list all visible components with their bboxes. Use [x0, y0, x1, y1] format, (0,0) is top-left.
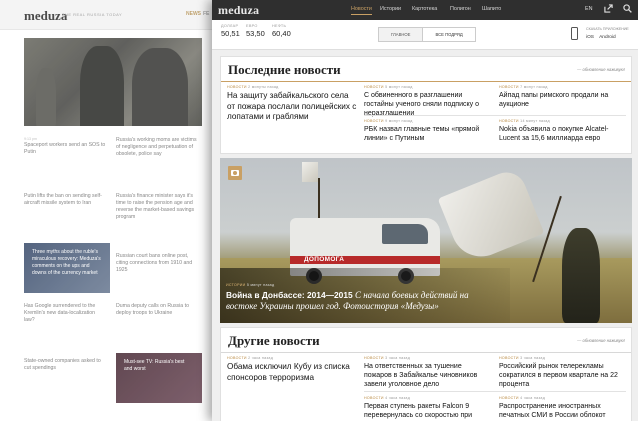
android-link[interactable]: Android	[599, 35, 616, 40]
apps-label: СКАЧАТЬ ПРИЛОЖЕНИЕ	[586, 27, 629, 31]
nav-polygon[interactable]: Полигон	[450, 6, 471, 12]
nav-stories[interactable]: Истории	[380, 6, 401, 12]
toggle-main[interactable]: ГЛАВНОЕ	[379, 28, 423, 41]
other-news-title: Другие новости	[228, 333, 320, 348]
news-item[interactable]: НОВОСТИ 2 часа назад Обама исключил Кубу…	[227, 356, 357, 383]
foreground-page: meduza Новости Истории Картотека Полигон…	[212, 0, 638, 421]
nav-cards[interactable]: Картотека	[412, 6, 437, 12]
news-item[interactable]: НОВОСТИ 2 минуты назад На защиту забайка…	[227, 85, 357, 123]
news-item[interactable]: НОВОСТИ 14 минут назад Nokia объявила о …	[499, 119, 625, 143]
share-icon[interactable]	[603, 4, 614, 15]
latest-news-panel: Последние новости — обновление наживую! …	[220, 56, 632, 154]
search-icon[interactable]	[622, 4, 633, 15]
truck-text: ДОПОМОГА	[304, 256, 345, 263]
rate-euro: ЕВРО 53,50	[246, 24, 265, 38]
news-item[interactable]: НОВОСТИ 4 часа назад Распространение ино…	[499, 396, 625, 421]
camera-icon	[228, 166, 242, 180]
featured-story[interactable]: ДОПОМОГА ИСТОРИИ 5 минут назад Война в Д…	[220, 158, 632, 323]
news-item[interactable]: НОВОСТИ 3 часа назад Российский рынок те…	[499, 356, 625, 389]
news-item[interactable]: НОВОСТИ 7 минут назад Айпад папы римског…	[499, 85, 625, 109]
nav-shapito[interactable]: Шапито	[482, 6, 501, 12]
featured-label: ИСТОРИИ 5 минут назад	[226, 283, 275, 287]
news-item[interactable]: НОВОСТИ 3 часа назад На ответственных за…	[364, 356, 490, 389]
language-switch[interactable]: EN	[585, 6, 593, 12]
view-toggle: ГЛАВНОЕ ВСЕ ПОДРЯД	[378, 27, 476, 42]
toggle-all[interactable]: ВСЕ ПОДРЯД	[422, 28, 475, 41]
other-news-live-link[interactable]: — обновление наживую!	[577, 338, 625, 343]
latest-news-title: Последние новости	[228, 62, 341, 77]
top-bar: meduza Новости Истории Картотека Полигон…	[212, 0, 638, 20]
rate-dollar: ДОЛЛАР 50,51	[221, 24, 240, 38]
apps-links: iOS Android	[586, 35, 616, 40]
other-news-panel: Другие новости — обновление наживую! НОВ…	[220, 327, 632, 421]
sub-bar: ДОЛЛАР 50,51 ЕВРО 53,50 НЕФТЬ 60,40 ГЛАВ…	[212, 20, 638, 50]
news-item[interactable]: НОВОСТИ 9 минут назад РБК назвал главные…	[364, 119, 490, 143]
phone-icon	[571, 27, 578, 40]
featured-title[interactable]: Война в Донбассе: 2014—2015 С начала бое…	[226, 290, 496, 311]
news-item[interactable]: НОВОСТИ 4 часа назад Первая ступень раке…	[364, 396, 490, 421]
ios-link[interactable]: iOS	[586, 35, 594, 40]
site-logo[interactable]: meduza	[218, 3, 259, 18]
news-item[interactable]: НОВОСТИ 5 минут назад С обвиненного в ра…	[364, 85, 490, 118]
latest-news-live-link[interactable]: — обновление наживую!	[577, 67, 625, 72]
rate-oil: НЕФТЬ 60,40	[272, 24, 291, 38]
nav-news[interactable]: Новости	[351, 6, 372, 15]
